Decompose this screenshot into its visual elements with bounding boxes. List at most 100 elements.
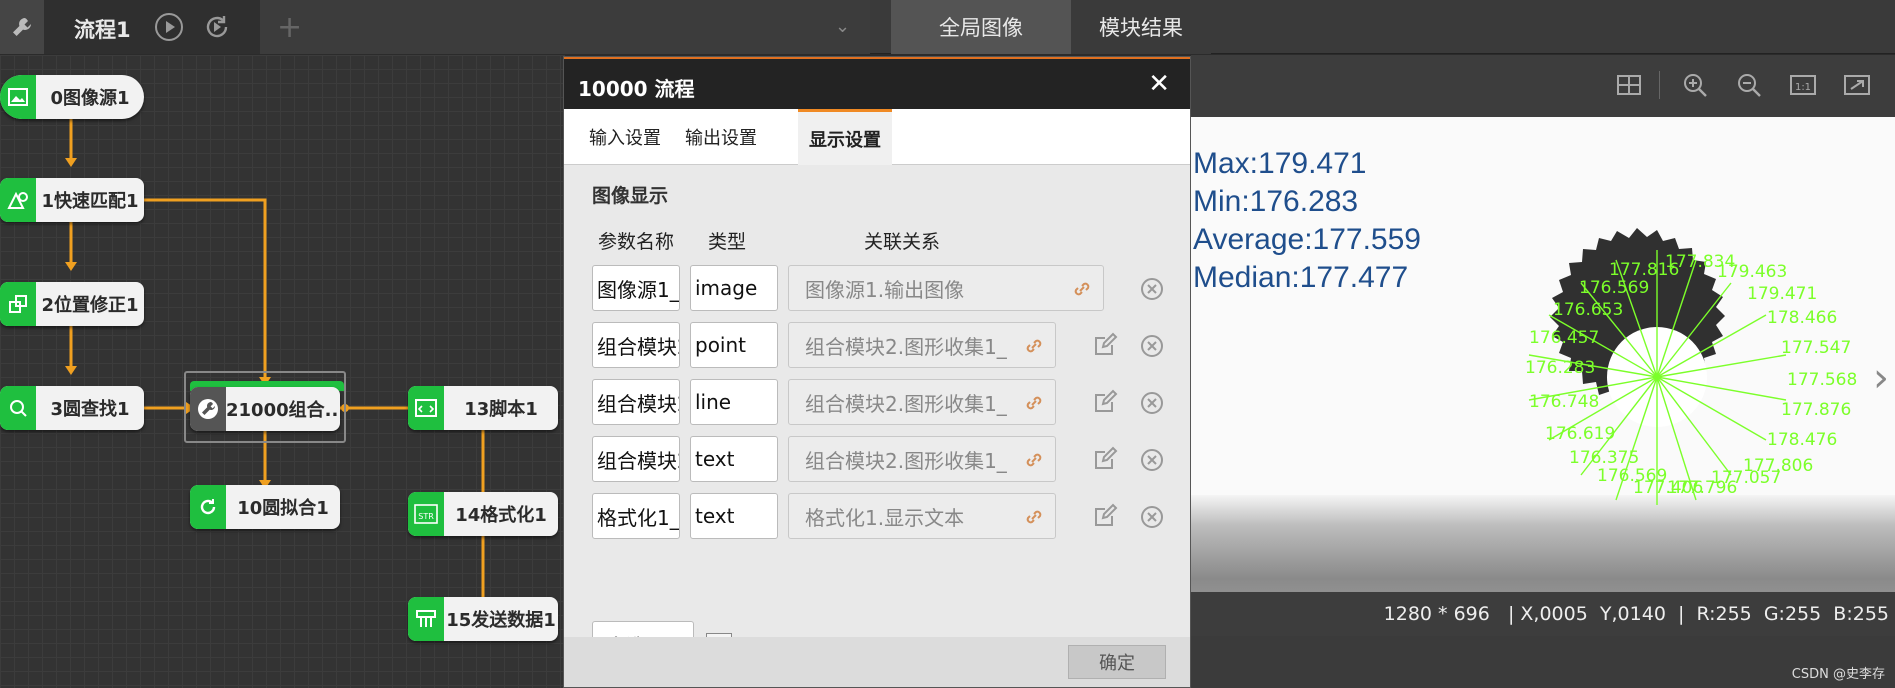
run-loop-icon[interactable] bbox=[202, 12, 232, 42]
param-relation-field[interactable]: 格式化1.显示文本 bbox=[788, 493, 1056, 539]
param-name-field[interactable]: 图像源1_输 bbox=[592, 265, 680, 311]
wrench-icon[interactable] bbox=[0, 0, 44, 54]
radius-label: 178.476 bbox=[1767, 430, 1837, 450]
svg-text:STR: STR bbox=[418, 512, 434, 521]
column-header-relation: 关联关系 bbox=[864, 231, 941, 253]
param-type-field[interactable]: line bbox=[690, 379, 778, 425]
tab-display-settings[interactable]: 显示设置 bbox=[798, 109, 892, 165]
param-relation-text: 图像源1.输出图像 bbox=[805, 277, 965, 302]
delete-row-icon[interactable] bbox=[1140, 448, 1164, 472]
flow-node-circle-find[interactable]: 3圆查找1 bbox=[0, 386, 144, 430]
flow-node-label: 1快速匹配1 bbox=[41, 191, 139, 212]
param-name-field[interactable]: 格式化1_显 bbox=[592, 493, 680, 539]
param-name-field[interactable]: 组合模块2_ bbox=[592, 379, 680, 425]
flow-node-script[interactable]: 13脚本1 bbox=[408, 386, 558, 430]
param-type-field[interactable]: point bbox=[690, 322, 778, 368]
script-icon bbox=[408, 386, 444, 430]
param-type-field[interactable]: image bbox=[690, 265, 778, 311]
param-name-field[interactable]: 组合模块2_ bbox=[592, 436, 680, 482]
radius-label: 176.457 bbox=[1529, 328, 1599, 348]
radius-label: 176.619 bbox=[1545, 424, 1615, 444]
param-name-field[interactable]: 组合模块2_ bbox=[592, 322, 680, 368]
radius-label: 176.283 bbox=[1525, 358, 1595, 378]
flow-node-format[interactable]: STR 14格式化1 bbox=[408, 492, 558, 536]
radius-label: 176.569 bbox=[1579, 278, 1649, 298]
link-icon[interactable] bbox=[1023, 449, 1045, 471]
link-icon[interactable] bbox=[1023, 392, 1045, 414]
flow-settings-dialog: 10000 流程 ✕ 输入设置 输出设置 显示设置 图像显示 参数名称 类型 关… bbox=[563, 56, 1191, 688]
top-bar: 流程1 + ⌄ 全局图像 模块结果 bbox=[0, 0, 1895, 54]
tab-output-settings[interactable]: 输出设置 bbox=[674, 109, 768, 165]
radius-label: 177.876 bbox=[1781, 400, 1851, 420]
param-relation-field[interactable]: 组合模块2.图形收集1_ bbox=[788, 436, 1056, 482]
close-icon[interactable]: ✕ bbox=[1148, 69, 1170, 99]
flow-tab-bar: 流程1 + ⌄ bbox=[0, 0, 870, 54]
chevron-right-icon[interactable]: › bbox=[1873, 355, 1889, 401]
flow-node-label: 10圆拟合1 bbox=[237, 498, 329, 519]
param-type-field[interactable]: text bbox=[690, 436, 778, 482]
radius-label: 177.547 bbox=[1781, 338, 1851, 358]
link-icon[interactable] bbox=[1023, 335, 1045, 357]
flow-tab-title: 流程1 bbox=[74, 18, 131, 42]
flow-node-group-module[interactable]: 21000组合... bbox=[190, 387, 340, 431]
position-fix-icon bbox=[0, 282, 36, 326]
flow-canvas[interactable]: 0图像源1 1快速匹配1 2位置修正1 3圆查找1 21000组合... 10圆… bbox=[0, 55, 565, 688]
radius-label: 177.568 bbox=[1787, 370, 1857, 390]
dialog-title: 10000 流程 bbox=[578, 77, 695, 101]
edit-icon[interactable] bbox=[1092, 503, 1118, 529]
chevron-down-icon[interactable]: ⌄ bbox=[835, 16, 850, 37]
image-icon bbox=[0, 75, 36, 119]
link-icon[interactable] bbox=[1071, 278, 1093, 300]
param-type-field[interactable]: text bbox=[690, 493, 778, 539]
flow-node-send-data[interactable]: 15发送数据1 bbox=[408, 597, 558, 641]
image-view-panel: 1:1 Max:179.471 Min:176.283 Average:177.… bbox=[1191, 55, 1895, 688]
flow-node-circle-fit[interactable]: 10圆拟合1 bbox=[190, 485, 340, 529]
tab-output-settings-label: 输出设置 bbox=[685, 128, 757, 149]
flow-node-label: 13脚本1 bbox=[464, 399, 538, 420]
flow-node-label: 0图像源1 bbox=[50, 88, 130, 109]
dialog-footer: 确定 bbox=[564, 637, 1190, 687]
flow-node-fast-match[interactable]: 1快速匹配1 bbox=[0, 178, 144, 222]
gear-overlay: 177.816 177.834 179.463 176.569 179.471 … bbox=[1525, 228, 1857, 505]
tab-input-settings-label: 输入设置 bbox=[589, 128, 661, 149]
param-relation-text: 组合模块2.图形收集1_ bbox=[805, 334, 1007, 359]
radius-label: 176.748 bbox=[1529, 392, 1599, 412]
wrench-icon bbox=[190, 387, 226, 431]
image-bottom-area: CSDN @史李存 bbox=[1191, 636, 1895, 688]
tab-flow-1[interactable]: 流程1 bbox=[44, 0, 260, 54]
tab-module-result[interactable]: 模块结果 bbox=[1071, 0, 1211, 54]
flow-node-label: 3圆查找1 bbox=[50, 399, 130, 420]
match-icon bbox=[0, 178, 36, 222]
delete-row-icon[interactable] bbox=[1140, 277, 1164, 301]
column-header-name: 参数名称 bbox=[598, 231, 675, 253]
edit-icon[interactable] bbox=[1092, 389, 1118, 415]
edit-icon[interactable] bbox=[1092, 332, 1118, 358]
confirm-button-label: 确定 bbox=[1099, 653, 1135, 674]
param-relation-field[interactable]: 组合模块2.图形收集1_ bbox=[788, 322, 1056, 368]
param-relation-text: 组合模块2.图形收集1_ bbox=[805, 391, 1007, 416]
link-icon[interactable] bbox=[1023, 506, 1045, 528]
add-tab-icon[interactable]: + bbox=[277, 10, 302, 45]
tab-global-image[interactable]: 全局图像 bbox=[891, 0, 1071, 54]
flow-node-image-source[interactable]: 0图像源1 bbox=[0, 75, 144, 119]
flow-node-position-fix[interactable]: 2位置修正1 bbox=[0, 282, 144, 326]
section-title: 图像显示 bbox=[592, 185, 669, 207]
delete-row-icon[interactable] bbox=[1140, 391, 1164, 415]
run-once-icon[interactable] bbox=[154, 12, 184, 42]
tab-input-settings[interactable]: 输入设置 bbox=[578, 109, 672, 165]
param-row: 图像源1_输 image 图像源1.输出图像 bbox=[592, 265, 1182, 311]
radius-label: 179.463 bbox=[1717, 262, 1787, 282]
flow-node-label: 15发送数据1 bbox=[446, 610, 556, 631]
param-relation-text: 格式化1.显示文本 bbox=[805, 505, 965, 530]
radius-label: 176.375 bbox=[1569, 448, 1639, 468]
delete-row-icon[interactable] bbox=[1140, 334, 1164, 358]
param-relation-field[interactable]: 组合模块2.图形收集1_ bbox=[788, 379, 1056, 425]
delete-row-icon[interactable] bbox=[1140, 505, 1164, 529]
tab-module-result-label: 模块结果 bbox=[1099, 16, 1183, 40]
edit-icon[interactable] bbox=[1092, 446, 1118, 472]
param-relation-field[interactable]: 图像源1.输出图像 bbox=[788, 265, 1104, 311]
confirm-button[interactable]: 确定 bbox=[1068, 645, 1166, 679]
flow-node-label: 14格式化1 bbox=[455, 505, 547, 526]
param-row: 组合模块2_ text 组合模块2.图形收集1_ bbox=[592, 436, 1182, 482]
image-status-bar: 1280 * 696 | X,0005 Y,0140 | R:255 G:255… bbox=[1191, 592, 1895, 636]
